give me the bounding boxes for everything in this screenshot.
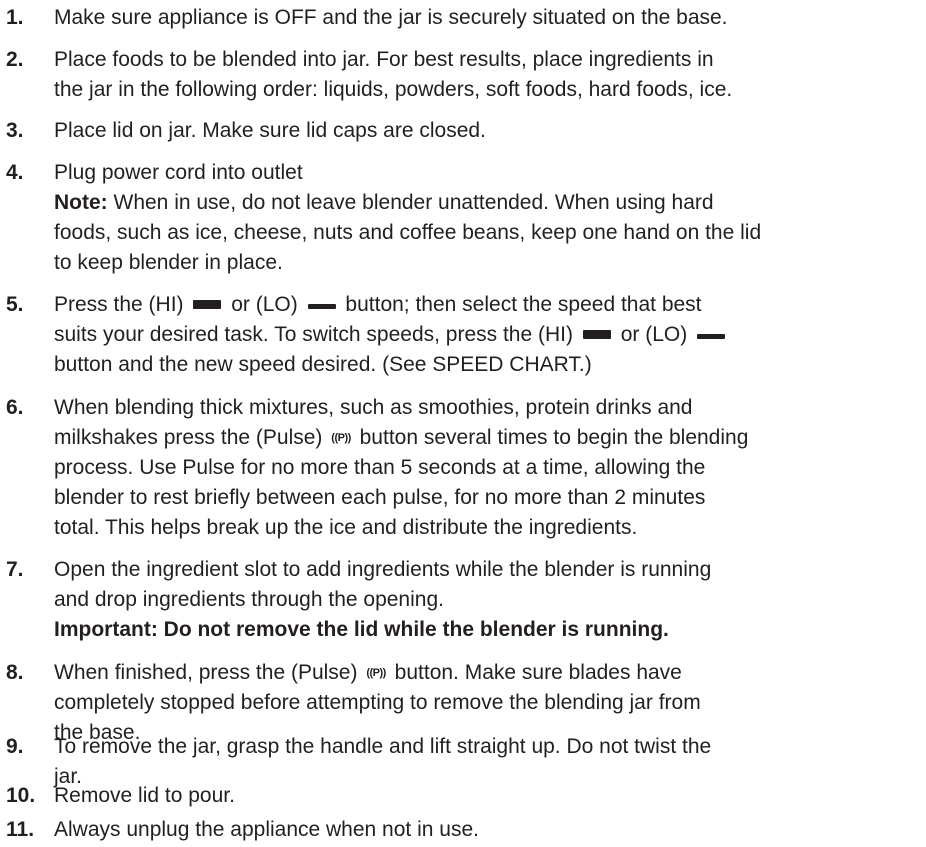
step-text: Always unplug the appliance when not in … bbox=[54, 818, 479, 841]
step-text: and drop ingredients through the opening… bbox=[54, 588, 444, 611]
step-text: When blending thick mixtures, such as sm… bbox=[54, 396, 693, 419]
step-text: Press the (HI) bbox=[54, 293, 184, 316]
step-number: 9. bbox=[6, 735, 24, 758]
instruction-list: 1. Make sure appliance is OFF and the ja… bbox=[0, 0, 926, 847]
step-text: Place foods to be blended into jar. For … bbox=[54, 48, 714, 71]
step-text: To remove the jar, grasp the handle and … bbox=[54, 735, 712, 758]
step-number: 8. bbox=[6, 661, 24, 684]
step-text: blender to rest briefly between each pul… bbox=[54, 486, 706, 509]
step-number: 4. bbox=[6, 161, 24, 184]
step-text: Remove lid to pour. bbox=[54, 784, 235, 807]
pulse-icon: ((P)) bbox=[331, 432, 351, 444]
hi-speed-icon bbox=[193, 300, 222, 309]
note-label: Note: bbox=[54, 191, 108, 214]
step-text: foods, such as ice, cheese, nuts and cof… bbox=[54, 221, 762, 244]
step-text: Open the ingredient slot to add ingredie… bbox=[54, 558, 712, 581]
pulse-icon: ((P)) bbox=[366, 667, 386, 679]
step-number: 10. bbox=[6, 784, 36, 807]
step-text: Place lid on jar. Make sure lid caps are… bbox=[54, 119, 486, 142]
step-text: Make sure appliance is OFF and the jar i… bbox=[54, 6, 728, 29]
step-text: button. Make sure blades have bbox=[394, 661, 682, 684]
step-number: 3. bbox=[6, 119, 24, 142]
step-text: suits your desired task. To switch speed… bbox=[54, 323, 573, 346]
lo-speed-icon bbox=[697, 334, 726, 339]
step-text: button and the new speed desired. (See S… bbox=[54, 353, 592, 376]
step-number: 2. bbox=[6, 48, 24, 71]
step-text: or (LO) bbox=[620, 323, 688, 346]
step-text: completely stopped before attempting to … bbox=[54, 691, 701, 714]
step-text: or (LO) bbox=[231, 293, 298, 316]
hi-speed-icon bbox=[582, 330, 611, 339]
important-warning: Important: Do not remove the lid while t… bbox=[54, 618, 669, 641]
step-text: When in use, do not leave blender unatte… bbox=[107, 191, 714, 214]
step-text: to keep blender in place. bbox=[54, 251, 283, 274]
step-number: 6. bbox=[6, 396, 24, 419]
step-text: Plug power cord into outlet bbox=[54, 161, 303, 184]
step-number: 1. bbox=[6, 6, 24, 29]
step-text: milkshakes press the (Pulse) bbox=[54, 426, 323, 449]
step-text: button; then select the speed that best bbox=[345, 293, 702, 316]
step-text: button several times to begin the blendi… bbox=[359, 426, 749, 449]
lo-speed-icon bbox=[307, 304, 336, 309]
step-text: the jar in the following order: liquids,… bbox=[54, 78, 733, 101]
step-number: 11. bbox=[6, 818, 35, 841]
step-text: When finished, press the (Pulse) bbox=[54, 661, 358, 684]
step-number: 5. bbox=[6, 293, 24, 316]
step-text: total. This helps break up the ice and d… bbox=[54, 516, 638, 539]
step-text: process. Use Pulse for no more than 5 se… bbox=[54, 456, 706, 479]
step-number: 7. bbox=[6, 558, 24, 581]
